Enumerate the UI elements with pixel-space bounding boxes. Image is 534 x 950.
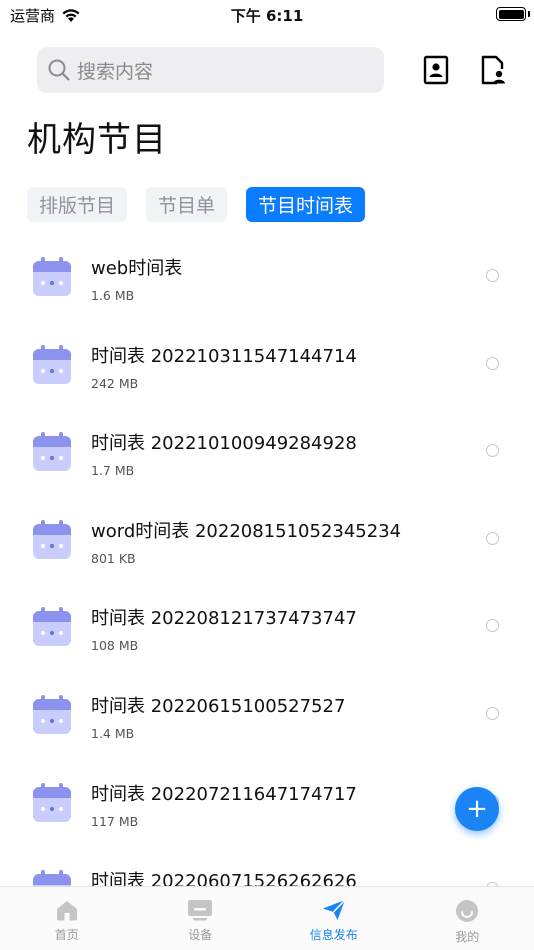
file-size: 1.7 MB	[91, 463, 135, 479]
calendar-icon	[31, 694, 73, 736]
tabbar-label: 设备	[188, 928, 213, 942]
list-item[interactable]: web时间表 1.6 MB	[0, 232, 534, 320]
file-name: word时间表 202208151052345234	[91, 520, 402, 542]
tabbar-item-profile[interactable]: 我的	[401, 887, 534, 950]
file-name: web时间表	[91, 258, 183, 279]
add-button[interactable]: +	[455, 787, 499, 831]
file-size: 242 MB	[91, 375, 139, 391]
tabbar-label: 我的	[455, 930, 480, 944]
file-size: 117 MB	[91, 813, 139, 829]
profile-icon	[456, 900, 479, 922]
file-size: 1.4 MB	[91, 725, 135, 741]
calendar-icon	[31, 782, 73, 824]
calendar-icon	[31, 519, 73, 561]
tabbar-item-publish[interactable]: 信息发布	[267, 887, 401, 950]
list-item[interactable]: 时间表 202208121737473747 108 MB	[0, 582, 534, 670]
file-name: 时间表 202207211647174717	[91, 783, 357, 805]
send-icon	[322, 899, 346, 920]
select-radio[interactable]	[486, 619, 499, 633]
calendar-icon	[31, 606, 73, 648]
tabbar-item-home[interactable]: 首页	[0, 887, 134, 950]
segment-tabs: 排版节目 节目单 节目时间表	[27, 187, 366, 222]
file-name: 时间表 202210100949284928	[91, 433, 357, 455]
list-item[interactable]: 时间表 202210100949284928 1.7 MB	[0, 407, 534, 495]
tabbar-item-device[interactable]: 设备	[134, 887, 268, 950]
calendar-icon	[31, 431, 73, 473]
file-name: 时间表 202210311547144714	[91, 345, 357, 367]
file-name: 时间表 202208121737473747	[91, 608, 357, 630]
select-radio[interactable]	[486, 356, 499, 370]
status-time: 下午 6:11	[230, 7, 304, 25]
search-placeholder: 搜索内容	[77, 60, 154, 83]
schedule-list: web时间表 1.6 MB 时间表 202210311547144714 242…	[0, 232, 534, 933]
battery-icon	[496, 7, 526, 21]
file-size: 108 MB	[91, 638, 139, 654]
select-radio[interactable]	[486, 269, 499, 282]
bottom-tab-bar: 首页 设备 信息发布 我的	[0, 886, 534, 950]
list-item[interactable]: 时间表 20220615100527527 1.4 MB	[0, 670, 534, 758]
tabbar-label: 首页	[54, 928, 79, 942]
user-file-icon[interactable]	[479, 54, 507, 86]
file-size: 801 KB	[91, 550, 136, 566]
file-size: 1.6 MB	[91, 288, 135, 303]
list-item[interactable]: 时间表 202210311547144714 242 MB	[0, 320, 534, 408]
select-radio[interactable]	[486, 444, 499, 458]
search-input[interactable]: 搜索内容	[37, 47, 384, 93]
list-item[interactable]: 时间表 202207211647174717 117 MB	[0, 758, 534, 846]
select-radio[interactable]	[486, 706, 499, 720]
home-icon	[56, 901, 77, 921]
search-icon	[48, 59, 70, 81]
list-item[interactable]: word时间表 202208151052345234 801 KB	[0, 495, 534, 583]
calendar-icon	[31, 256, 73, 298]
tabbar-label: 信息发布	[309, 928, 358, 942]
tab-program-schedule[interactable]: 节目时间表	[246, 187, 366, 222]
contact-card-icon[interactable]	[422, 54, 450, 86]
tab-program-list[interactable]: 节目单	[146, 187, 228, 222]
device-icon	[188, 900, 213, 921]
status-bar: 运营商 下午 6:11	[0, 0, 534, 30]
calendar-icon	[31, 344, 73, 386]
file-name: 时间表 20220615100527527	[91, 695, 346, 717]
select-radio[interactable]	[486, 531, 499, 545]
tab-layout-programs[interactable]: 排版节目	[27, 187, 128, 222]
page-title: 机构节目	[27, 120, 167, 160]
